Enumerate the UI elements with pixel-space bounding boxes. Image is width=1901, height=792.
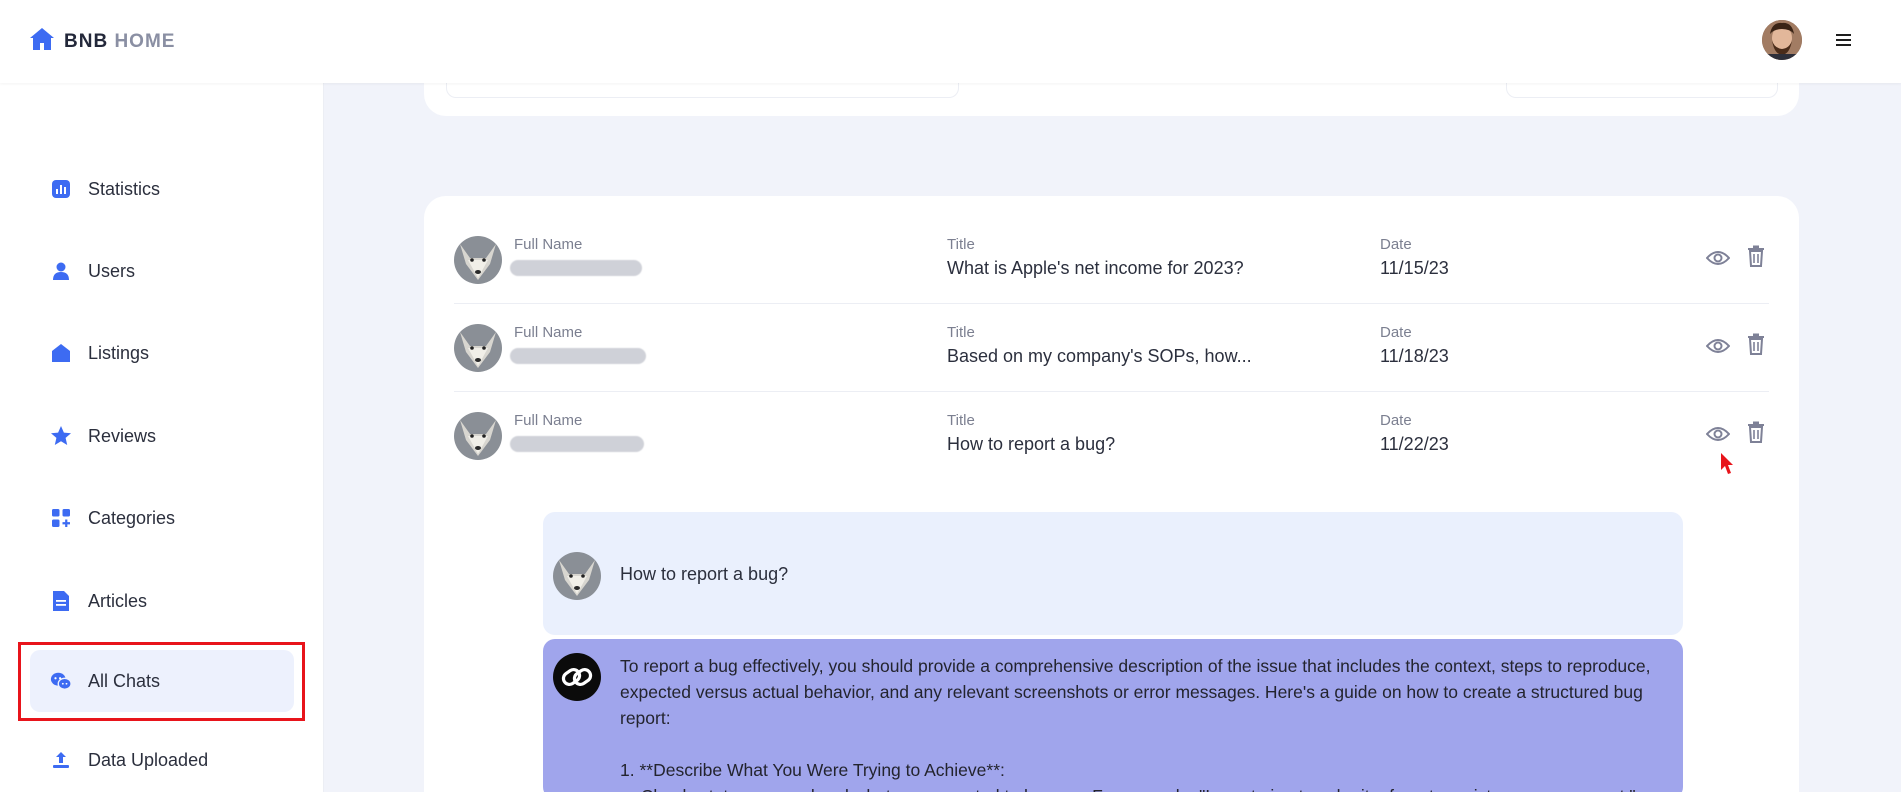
date-label: Date <box>1380 412 1412 429</box>
title-label: Title <box>947 412 975 429</box>
avatar <box>454 412 502 460</box>
chat-icon <box>50 670 72 692</box>
title-label: Title <box>947 236 975 253</box>
bot-step-detail: - Clearly state your goal and what you e… <box>620 783 1670 792</box>
sidebar-item-categories[interactable]: Categories <box>30 487 294 549</box>
table-row[interactable]: Full Name Title What is Apple's net inco… <box>454 216 1769 304</box>
avatar <box>454 324 502 372</box>
categories-icon <box>50 507 72 529</box>
sidebar-item-listings[interactable]: Listings <box>30 322 294 384</box>
bot-message-text: To report a bug effectively, you should … <box>620 653 1670 792</box>
chart-icon <box>50 178 72 200</box>
user-message-text: How to report a bug? <box>620 564 789 584</box>
chat-title: What is Apple's net income for 2023? <box>947 258 1244 278</box>
sidebar-item-label: Reviews <box>88 425 157 446</box>
mouse-cursor-icon <box>1720 452 1733 476</box>
table-row[interactable]: Full Name Title Based on my company's SO… <box>454 304 1769 392</box>
home-icon <box>50 342 72 364</box>
bot-step: 1. **Describe What You Were Trying to Ac… <box>620 760 1005 780</box>
hamburger-icon[interactable] <box>1836 30 1856 50</box>
avatar <box>553 552 601 600</box>
chain-link-icon <box>553 653 601 701</box>
eye-icon[interactable] <box>1706 334 1730 358</box>
title-label: Title <box>947 324 975 341</box>
chat-title: How to report a bug? <box>947 434 1116 454</box>
user-icon <box>50 260 72 282</box>
top-bar: BNB HOME <box>0 0 1901 83</box>
chat-date: 11/22/23 <box>1380 434 1449 454</box>
trash-icon[interactable] <box>1744 244 1768 268</box>
sidebar-item-reviews[interactable]: Reviews <box>30 405 294 467</box>
trash-icon[interactable] <box>1744 420 1768 444</box>
sidebar-item-label: All Chats <box>88 670 161 691</box>
eye-icon[interactable] <box>1706 422 1730 446</box>
name-label: Full Name <box>514 324 583 341</box>
redacted-name <box>510 260 642 276</box>
name-label: Full Name <box>514 236 583 253</box>
sidebar-item-articles[interactable]: Articles <box>30 570 294 632</box>
trash-icon[interactable] <box>1744 332 1768 356</box>
upload-icon <box>50 749 72 771</box>
bot-message-bubble: To report a bug effectively, you should … <box>543 639 1683 792</box>
sidebar-item-label: Statistics <box>88 178 161 199</box>
redacted-name <box>510 348 646 364</box>
bot-paragraph: To report a bug effectively, you should … <box>620 656 1651 728</box>
chat-title: Based on my company's SOPs, how... <box>947 346 1252 366</box>
document-icon <box>50 590 72 612</box>
sidebar-item-label: Users <box>88 260 136 281</box>
sidebar-item-label: Categories <box>88 507 176 528</box>
star-icon <box>50 425 72 447</box>
sidebar-item-label: Articles <box>88 590 148 611</box>
sidebar-item-users[interactable]: Users <box>30 240 294 302</box>
user-avatar[interactable] <box>1762 20 1802 60</box>
chat-date: 11/15/23 <box>1380 258 1449 278</box>
sidebar-item-label: Data Uploaded <box>88 749 209 770</box>
brand-name-muted: HOME <box>114 30 176 52</box>
house-icon <box>28 26 56 57</box>
date-label: Date <box>1380 236 1412 253</box>
sidebar-item-statistics[interactable]: Statistics <box>30 158 294 220</box>
redacted-name <box>510 436 644 452</box>
chat-date: 11/18/23 <box>1380 346 1449 366</box>
sidebar-item-all-chats[interactable]: All Chats <box>30 650 294 712</box>
sidebar: Statistics Users Listings Reviews Catego… <box>0 83 324 792</box>
avatar <box>454 236 502 284</box>
brand-logo[interactable]: BNB HOME <box>28 26 175 57</box>
date-label: Date <box>1380 324 1412 341</box>
eye-icon[interactable] <box>1706 246 1730 270</box>
user-message-bubble: How to report a bug? <box>543 512 1683 635</box>
sidebar-item-data-uploaded[interactable]: Data Uploaded <box>30 729 294 791</box>
name-label: Full Name <box>514 412 583 429</box>
table-row[interactable]: Full Name Title How to report a bug? Dat… <box>454 392 1769 480</box>
brand-name: BNB <box>64 30 109 52</box>
sidebar-item-label: Listings <box>88 342 150 363</box>
